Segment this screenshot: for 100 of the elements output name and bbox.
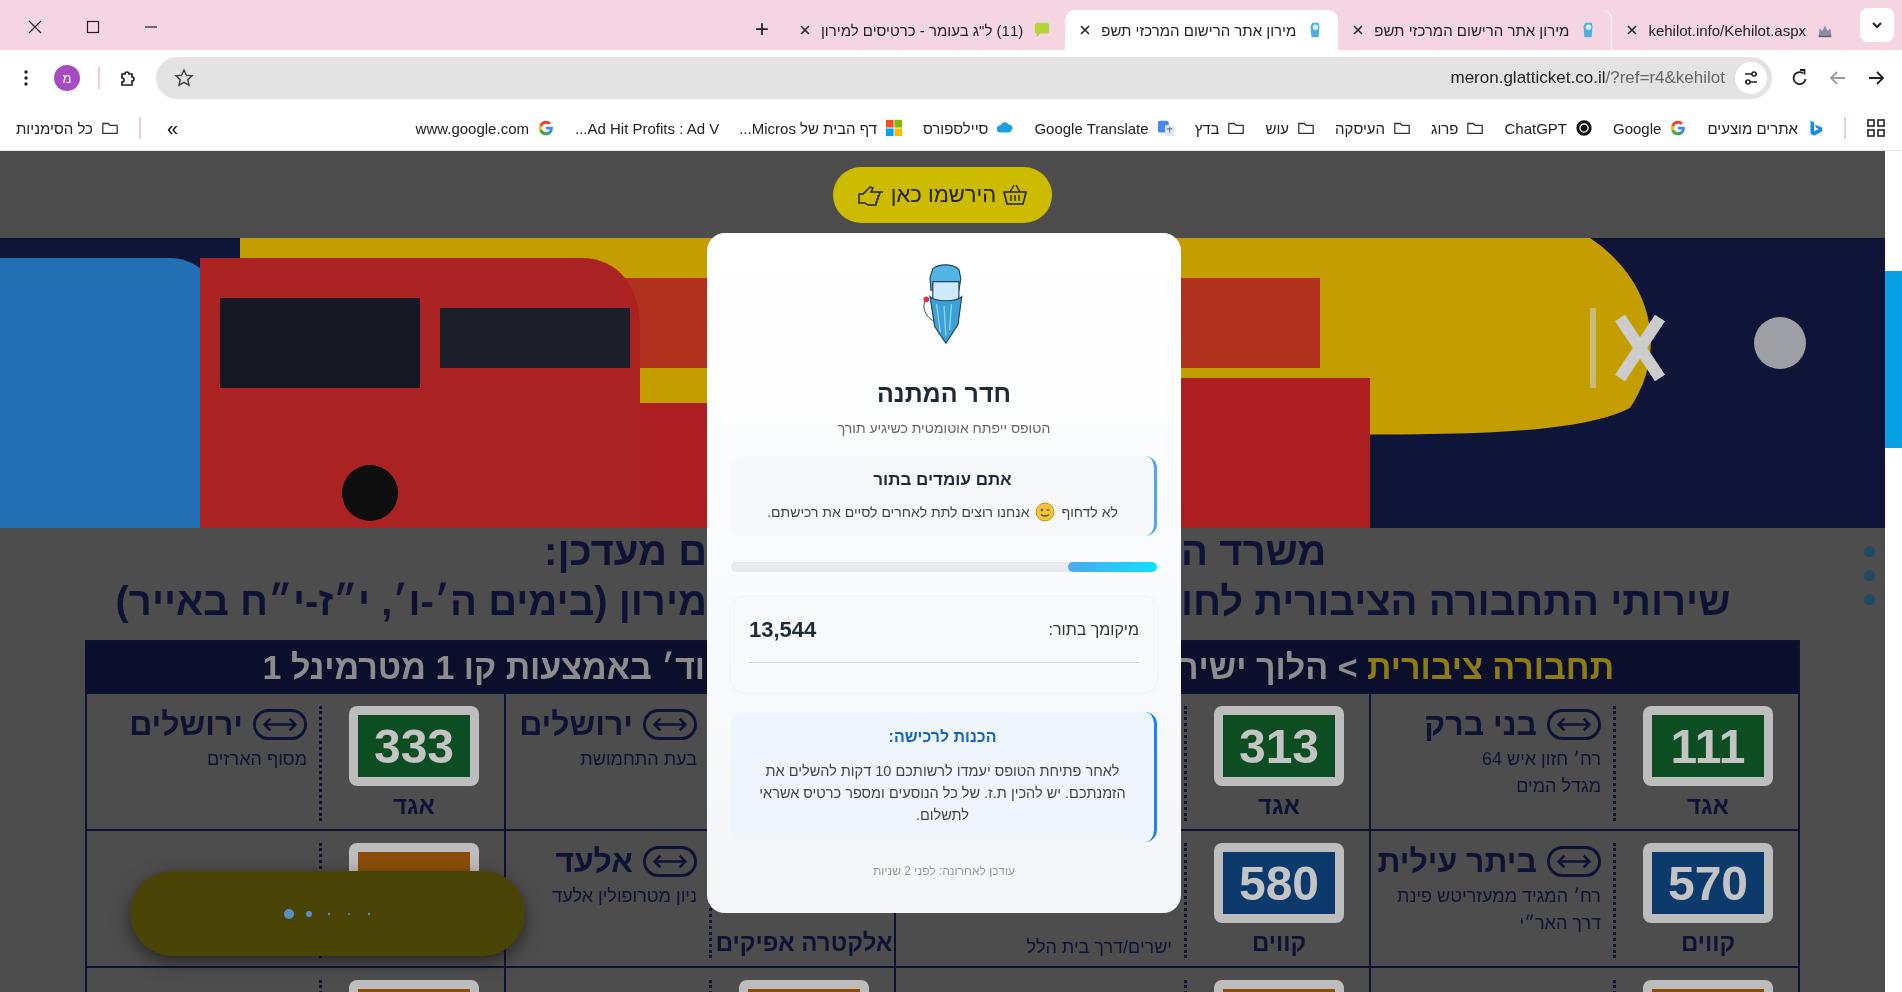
tab-title: (11) ל"ג בעומר - כרטיסים למירון (820, 21, 1024, 39)
translate-icon (1156, 119, 1175, 137)
destination-name: ירושלים (129, 706, 243, 743)
close-icon[interactable] (1626, 24, 1639, 36)
stop-address: רח׳ חזון איש 64 (1480, 749, 1601, 770)
bookmark-star-icon[interactable] (174, 68, 194, 88)
stop-address: ישרים/דרך בית הלל (1025, 937, 1172, 958)
basket-icon (1002, 182, 1029, 207)
queue-title: אתם עומדים בתור (873, 470, 1012, 490)
section-dot[interactable] (1864, 570, 1875, 581)
close-icon[interactable] (1352, 24, 1365, 36)
dialog-subtitle: הטופס ייפתח אוטומטית כשיגיע תורך (837, 420, 1051, 436)
tab-title: מירון אתר הרישום המרכזי תשפ (1101, 21, 1297, 39)
four-squares-logo-icon (884, 119, 903, 137)
operator-name: קווים (1680, 929, 1736, 957)
apps-grid-icon[interactable] (1866, 118, 1886, 138)
position-number: 13,544 (749, 616, 817, 643)
knot-logo-icon (1575, 119, 1593, 137)
bookmark-label: עוש (1265, 119, 1290, 137)
maximize-icon[interactable] (86, 20, 100, 34)
stop-address: דרך האר״י (1518, 913, 1601, 934)
site-settings-button[interactable] (1735, 62, 1767, 94)
bookmark-item[interactable]: עוש (1265, 119, 1316, 137)
route-number-sign: 333 (349, 706, 479, 786)
bookmark-item[interactable]: אתרים מוצעים (1707, 119, 1824, 137)
last-updated-text: עודכן לאחרונה: לפני 2 שניות (873, 864, 1015, 878)
pointing-hand-icon (856, 183, 885, 206)
heading-text: משרד ה (1181, 528, 1327, 574)
route-number-sign: 313 (1214, 706, 1344, 786)
bookmark-item[interactable]: בדץ (1194, 119, 1246, 137)
stop-address: רח׳ המגיד ממעזריטש פינת (1395, 886, 1601, 907)
browser-tab[interactable]: מירון אתר הרישום המרכזי תשפ (1065, 10, 1339, 50)
heading-text: מירון (בימים ה׳-ו׳, י״ז-י״ח באייר) (115, 578, 707, 625)
position-label: מיקומך בתור: (1048, 620, 1139, 639)
bookmark-label: כל הסימניות (16, 119, 93, 137)
bookmark-label: Google (1613, 119, 1662, 137)
route-number-sign: 570 (1643, 843, 1773, 923)
queue-text: לא לדחוף (1061, 504, 1118, 520)
section-dot[interactable] (1864, 546, 1875, 557)
destination-name: ירושלים (519, 706, 633, 743)
header-text: > הלוך ישיר (1179, 647, 1358, 686)
close-icon[interactable] (1079, 24, 1092, 36)
more-bookmarks-button[interactable]: » (160, 115, 185, 141)
preparation-text: לאחר פתיחת הטופס יעמדו לרשותכם 10 דקות להשלים את הזמנתכם. יש להכין ת.ז. של כל הנוסעים ומספר כרטיס אשראי לתשלום. (758, 762, 1127, 825)
destination-name: בני ברק (1424, 706, 1537, 743)
browser-tab[interactable]: kehilot.info/Kehilot.aspx (1612, 10, 1848, 50)
tab-list-button[interactable] (1860, 8, 1894, 42)
heading-text: ם מעדכן: (544, 528, 707, 574)
operator-name: אגד (393, 792, 435, 820)
bookmark-label: פרוג (1431, 119, 1459, 137)
bookmark-label: סיילספורס (922, 119, 989, 137)
bookmark-item[interactable]: דף הבית של Micros... (739, 119, 903, 137)
bookmark-label: ChatGPT (1504, 119, 1567, 137)
preparation-title: הכנות לרכישה: (888, 728, 997, 746)
profile-avatar[interactable]: מ (54, 65, 80, 91)
stop-address: בעת התחמושת (579, 749, 697, 770)
chat-bubble-icon (1033, 21, 1052, 39)
bookmark-label: Google Translate (1034, 119, 1149, 137)
address-bar[interactable]: meron.glatticket.co.il/?ref=r4&kehilot (156, 57, 1772, 99)
register-button[interactable]: הירשמו כאן (832, 166, 1053, 223)
operator-name: קווים (1251, 929, 1307, 957)
bookmark-item[interactable]: העיסקה (1335, 119, 1412, 137)
bookmark-label: דף הבית של Micros... (739, 119, 877, 137)
operator-name: אגד (1687, 792, 1729, 820)
g-logo-icon (1669, 119, 1688, 137)
bookmark-item[interactable]: סיילספורס (922, 119, 1015, 137)
destination-name: ביתר עילית (1377, 843, 1537, 880)
browser-tab[interactable]: (11) ל"ג בעומר - כרטיסים למירון (784, 10, 1066, 50)
header-text: וד׳ באמצעות קו 1 מטרמינל 1 (262, 647, 705, 687)
tab-title: מירון אתר הרישום המרכזי תשפ (1374, 21, 1570, 39)
destination-name: אלעד (555, 843, 633, 880)
bookmark-label: העיסקה (1335, 119, 1386, 137)
loading-dots-icon (282, 907, 373, 920)
all-bookmarks-item[interactable]: כל הסימניות (16, 119, 119, 137)
new-tab-button[interactable]: + (748, 14, 775, 44)
bookmark-item[interactable]: www.google.com (415, 119, 555, 137)
operator-name: אגד (1258, 792, 1300, 820)
bookmark-label: www.google.com (415, 119, 529, 137)
url-text: meron.glatticket.co.il/?ref=r4&kehilot (1450, 68, 1725, 88)
bookmark-item[interactable]: Ad Hit Profits : Ad V... (574, 119, 720, 137)
close-icon[interactable] (798, 24, 811, 36)
dialog-title: חדר המתנה (876, 379, 1012, 408)
bookmark-label: אתרים מוצעים (1707, 119, 1798, 137)
close-icon[interactable] (28, 20, 42, 34)
g-logo-icon (536, 119, 555, 137)
stop-address: מגדל המים (1515, 776, 1601, 797)
bookmark-item[interactable]: Google (1613, 119, 1688, 137)
puzzle-icon[interactable] (118, 68, 138, 88)
bookmark-item[interactable]: ChatGPT (1504, 119, 1593, 137)
queue-text: אנחנו רוצים לתת לאחרים לסיים את רכישתם. (767, 504, 1030, 520)
operator-name: אלקטרה אפיקים (715, 929, 893, 957)
bookmark-item[interactable]: פרוג (1431, 119, 1485, 137)
stop-address: מסוף הארזים (205, 749, 307, 770)
winking-emoji-icon (1035, 502, 1056, 522)
route-number-sign: 111 (1643, 706, 1773, 786)
heading-text: שירותי התחבורה הציבורית לחו (1181, 578, 1731, 625)
bookmark-item[interactable]: Google Translate (1034, 119, 1175, 137)
section-dot[interactable] (1864, 594, 1875, 605)
header-highlight: תחבורה ציבורית (1366, 647, 1615, 686)
tab-title: kehilot.info/Kehilot.aspx (1648, 21, 1806, 39)
